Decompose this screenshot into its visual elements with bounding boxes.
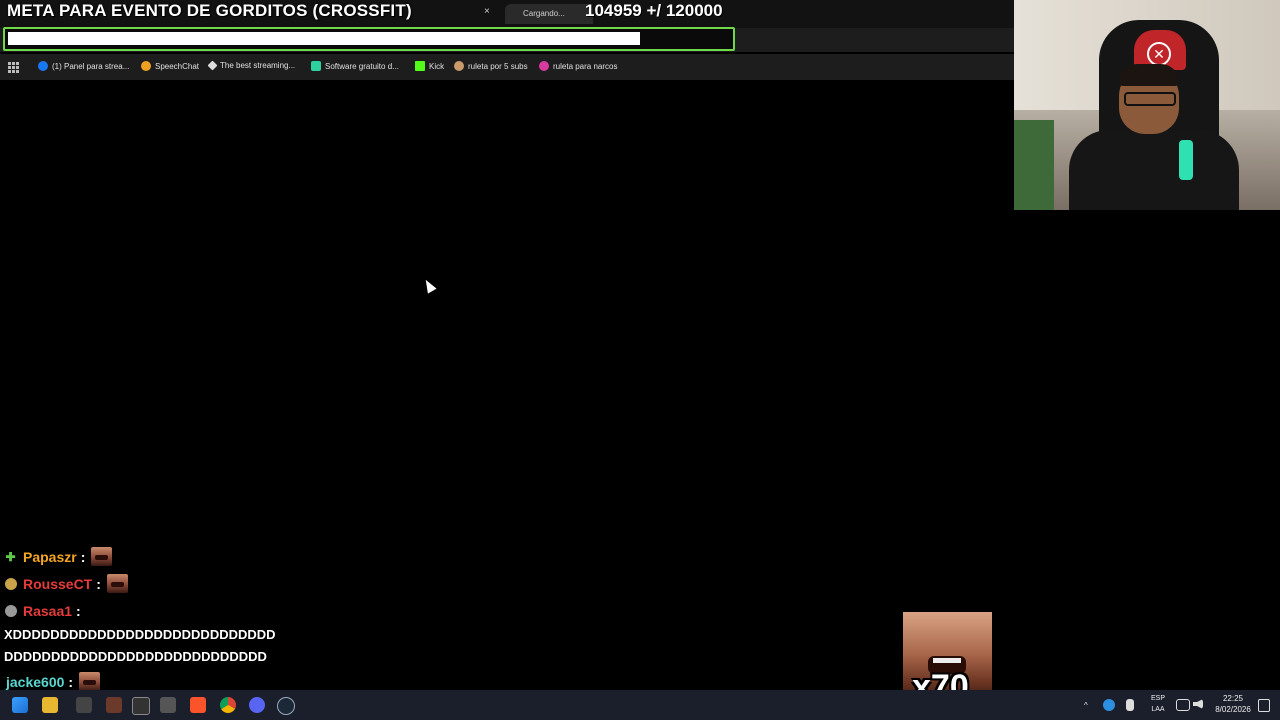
face-emote-icon — [91, 547, 113, 566]
bookmarks-bar: (1) Panel para strea... SpeechChat The b… — [0, 54, 1014, 80]
face-emote-icon — [79, 672, 101, 691]
diamond-icon — [207, 60, 218, 71]
chrome-icon[interactable] — [220, 697, 236, 713]
kick-icon — [415, 61, 425, 71]
clock-date: 8/02/2026 — [1215, 705, 1251, 714]
bookmark-label: SpeechChat — [155, 61, 200, 71]
tab-label: Cargando... — [523, 9, 565, 18]
language-indicator[interactable]: ESP LAA — [1147, 693, 1169, 715]
bookmark-label: The best streaming... — [220, 61, 296, 70]
chat-overlay: ✚ Papaszr : RousseCT : Rasaa1 : XDDDDDDD… — [4, 543, 424, 695]
bookmark-label: ruleta para narcos — [553, 61, 618, 71]
system-clock[interactable]: 22:25 8/02/2026 — [1210, 693, 1256, 715]
chat-message: RousseCT : — [4, 570, 424, 597]
bookmark-ruleta-narcos[interactable]: ruleta para narcos — [539, 61, 617, 71]
steam-icon[interactable] — [277, 697, 295, 715]
bookmark-streaming[interactable]: The best streaming... — [207, 60, 296, 71]
bookmark-software[interactable]: Software gratuito d... — [311, 61, 399, 71]
speechchat-icon — [141, 61, 151, 71]
microphone-tray-icon[interactable] — [1126, 699, 1134, 711]
lang-layout: LAA — [1151, 706, 1165, 713]
chat-username: jacke600 — [6, 673, 65, 690]
chat-message: Rasaa1 : — [4, 597, 424, 624]
chair-logo-icon: ✕ — [1147, 42, 1171, 66]
windows-start-icon[interactable] — [12, 697, 28, 713]
file-explorer-icon[interactable] — [42, 697, 58, 713]
webcam-feed: ✕ — [1014, 0, 1280, 210]
apps-grid-icon[interactable] — [8, 62, 19, 73]
tab-close-icon[interactable]: × — [484, 6, 490, 17]
volume-icon[interactable] — [1193, 699, 1203, 709]
lang-code: ESP — [1150, 695, 1165, 702]
chat-message-text: XDDDDDDDDDDDDDDDDDDDDDDDDDDDD — [4, 627, 276, 642]
bookmark-label: Software gratuito d... — [325, 61, 399, 71]
app-icon[interactable] — [106, 697, 122, 713]
brave-icon[interactable] — [190, 697, 206, 713]
windows-taskbar: ^ ESP LAA 22:25 8/02/2026 — [0, 690, 1280, 720]
goal-count: 104959 +/ 120000 — [585, 1, 723, 20]
bookmark-label: (1) Panel para strea... — [52, 61, 130, 71]
bookmark-panel[interactable]: (1) Panel para strea... — [38, 61, 129, 71]
network-icon[interactable] — [1103, 699, 1115, 711]
bookmark-speechchat[interactable]: SpeechChat — [141, 61, 199, 71]
tab-loading[interactable]: Cargando... — [505, 4, 593, 24]
wheel-icon — [454, 61, 464, 71]
goal-progress-fill — [8, 32, 640, 45]
clock-time: 22:25 — [1222, 694, 1244, 703]
microphone-icon — [1179, 140, 1193, 180]
bookmark-kick[interactable]: Kick — [415, 61, 444, 71]
bookmark-ruleta-subs[interactable]: ruleta por 5 subs — [454, 61, 528, 71]
avatar-badge-icon — [4, 604, 17, 617]
chat-message: ✚ Papaszr : — [4, 543, 424, 570]
discord-icon[interactable] — [249, 697, 265, 713]
tray-overflow-icon[interactable]: ^ — [1084, 690, 1088, 720]
notifications-icon[interactable] — [1258, 699, 1270, 712]
chat-username: Papaszr — [23, 548, 77, 565]
meta-icon — [38, 61, 48, 71]
chat-message-text: DDDDDDDDDDDDDDDDDDDDDDDDDDDD — [4, 649, 267, 664]
chat-username: Rasaa1 — [23, 602, 73, 619]
app-icon[interactable] — [160, 697, 176, 713]
app-icon[interactable] — [76, 697, 92, 713]
display-icon[interactable] — [1176, 699, 1190, 711]
goal-title: META PARA EVENTO DE GORDITOS (CROSSFIT) — [7, 1, 412, 20]
wheel-icon — [539, 61, 549, 71]
goal-progress-bar — [3, 27, 735, 51]
bookmark-label: Kick — [429, 61, 445, 71]
software-icon — [311, 61, 321, 71]
chat-username: RousseCT — [23, 575, 93, 592]
mouse-cursor-icon — [421, 277, 437, 294]
bookmark-label: ruleta por 5 subs — [468, 61, 528, 71]
plus-badge-icon: ✚ — [5, 549, 16, 564]
face-emote-icon — [106, 574, 128, 593]
coin-badge-icon — [4, 577, 17, 590]
app-icon[interactable] — [132, 697, 150, 715]
